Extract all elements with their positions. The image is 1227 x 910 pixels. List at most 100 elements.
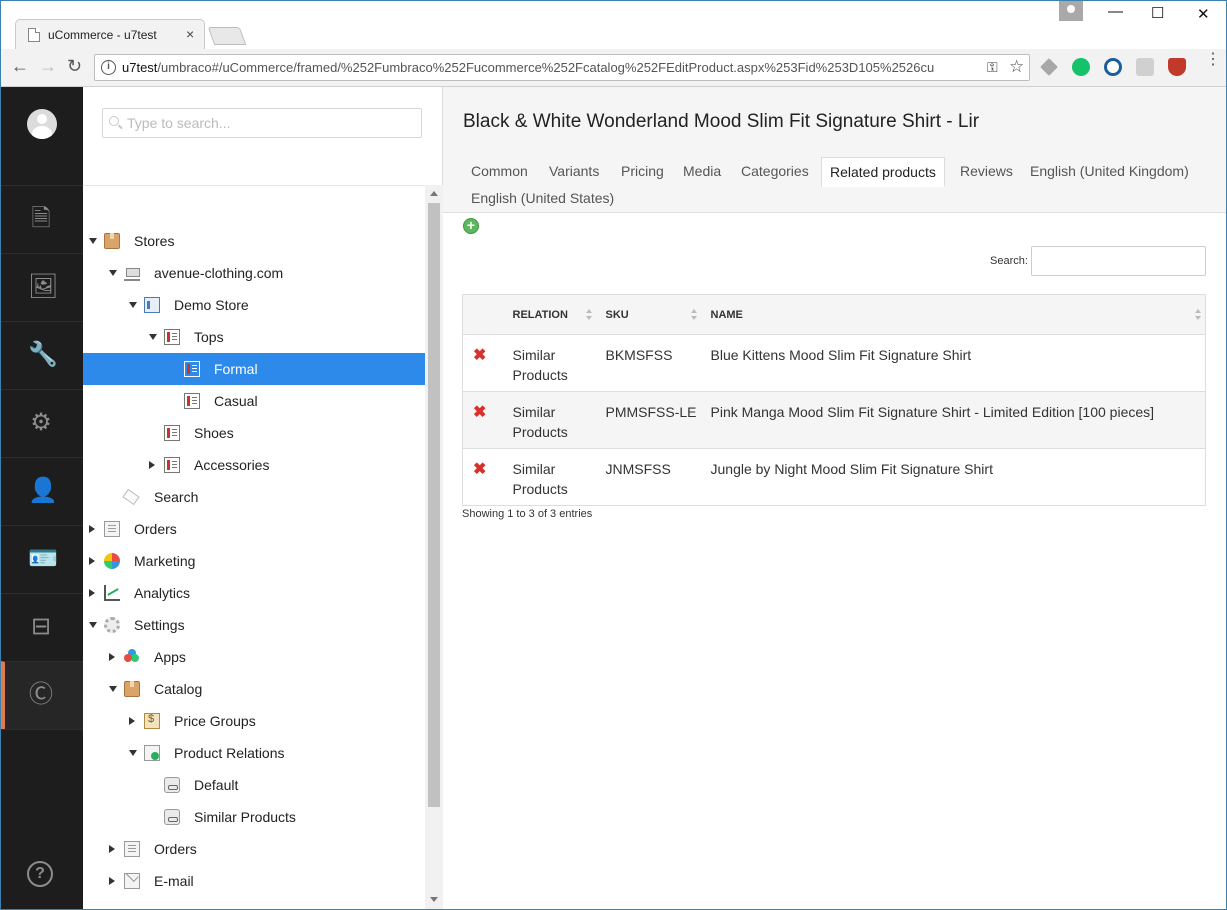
sort-icon[interactable] xyxy=(1195,309,1201,320)
catalog-icon xyxy=(144,297,160,313)
tab-reviews[interactable]: Reviews xyxy=(960,157,1013,187)
expand-arrow-icon[interactable] xyxy=(129,717,135,725)
expand-arrow-icon[interactable] xyxy=(89,589,95,597)
tree-node-shoes[interactable]: Shoes xyxy=(83,417,425,449)
tree-node-product-relations[interactable]: Product Relations xyxy=(83,737,425,769)
maximize-icon[interactable]: ☐ xyxy=(1151,4,1164,22)
tree-search-input[interactable] xyxy=(127,115,417,131)
tab-english-uk[interactable]: English (United Kingdom) xyxy=(1030,157,1189,187)
scroll-up-icon[interactable] xyxy=(430,191,438,196)
close-window-icon[interactable]: ✕ xyxy=(1197,5,1210,23)
tree-node-formal[interactable]: Formal xyxy=(83,353,425,385)
address-bar[interactable]: i u7test/umbraco#/uCommerce/framed/%252F… xyxy=(94,54,1030,81)
relations-search-input[interactable] xyxy=(1031,246,1206,276)
tree-panel: Stores avenue-clothing.com Demo Store To… xyxy=(83,87,443,909)
expand-arrow-icon[interactable] xyxy=(89,525,95,533)
tree-node-settings[interactable]: Settings xyxy=(83,609,425,641)
developer-section[interactable]: ⚙ xyxy=(1,389,83,457)
content-section[interactable]: 🗎 xyxy=(1,185,83,253)
new-tab-button[interactable] xyxy=(207,27,247,45)
tab-related-products[interactable]: Related products xyxy=(821,157,945,187)
delete-icon[interactable]: ✖ xyxy=(473,405,486,421)
scroll-down-icon[interactable] xyxy=(430,897,438,902)
tree-node-stores[interactable]: Stores xyxy=(83,225,425,257)
tree-node-orders-settings[interactable]: Orders xyxy=(83,833,425,865)
document-icon: 🗎 xyxy=(31,205,51,232)
sort-icon[interactable] xyxy=(585,309,592,320)
tree-scrollbar[interactable] xyxy=(425,185,443,909)
collapse-arrow-icon[interactable] xyxy=(89,238,97,244)
browser-menu-icon[interactable]: ⋮ xyxy=(1205,52,1221,68)
tree-node-default[interactable]: Default xyxy=(83,769,425,801)
extension-gray-icon[interactable] xyxy=(1136,58,1154,76)
grammarly-extension-icon[interactable] xyxy=(1072,58,1090,76)
relation-column-header[interactable]: RELATION xyxy=(512,294,596,335)
relation-cell: Similar Products xyxy=(512,334,596,392)
sku-column-header[interactable]: SKU xyxy=(595,294,701,335)
expand-arrow-icon[interactable] xyxy=(89,557,95,565)
tab-close-icon[interactable]: × xyxy=(186,26,194,42)
profile-icon[interactable] xyxy=(1059,1,1083,21)
tree-node-email[interactable]: E-mail xyxy=(83,865,425,897)
expand-arrow-icon[interactable] xyxy=(109,653,115,661)
forms-section[interactable]: ⊟ xyxy=(1,593,83,661)
tree-node-label: E-mail xyxy=(154,873,194,889)
reload-icon[interactable]: ↻ xyxy=(67,56,82,77)
extension-icon[interactable] xyxy=(1104,58,1122,76)
user-avatar[interactable] xyxy=(27,109,57,139)
expand-arrow-icon[interactable] xyxy=(109,845,115,853)
minimize-icon[interactable]: — xyxy=(1108,3,1123,20)
delete-icon[interactable]: ✖ xyxy=(473,462,486,478)
collapse-arrow-icon[interactable] xyxy=(109,270,117,276)
bookmark-star-icon[interactable]: ☆ xyxy=(1009,57,1024,77)
add-relation-button[interactable]: + xyxy=(463,218,479,234)
tab-categories[interactable]: Categories xyxy=(741,157,809,187)
tree-node-catalog[interactable]: Catalog xyxy=(83,673,425,705)
browser-tab[interactable]: uCommerce - u7test × xyxy=(15,19,205,49)
help-icon[interactable]: ? xyxy=(27,861,53,887)
settings-section[interactable]: 🔧 xyxy=(1,321,83,389)
delete-icon[interactable]: ✖ xyxy=(473,348,486,364)
collapse-arrow-icon[interactable] xyxy=(89,622,97,628)
tab-pricing[interactable]: Pricing xyxy=(621,157,664,187)
users-section[interactable]: 👤 xyxy=(1,457,83,525)
expand-arrow-icon[interactable] xyxy=(149,461,155,469)
ublock-extension-icon[interactable] xyxy=(1168,58,1186,76)
site-info-icon[interactable]: i xyxy=(101,60,116,75)
tab-common[interactable]: Common xyxy=(471,157,528,187)
forward-icon[interactable]: → xyxy=(39,56,57,77)
drive-extension-icon[interactable] xyxy=(1040,58,1058,76)
collapse-arrow-icon[interactable] xyxy=(129,302,137,308)
key-icon[interactable]: ⚿ xyxy=(987,59,998,76)
collapse-arrow-icon[interactable] xyxy=(129,750,137,756)
tab-media[interactable]: Media xyxy=(683,157,721,187)
ucommerce-section[interactable]: Ⓒ xyxy=(1,661,83,729)
collapse-arrow-icon[interactable] xyxy=(149,334,157,340)
category-icon xyxy=(184,361,200,377)
media-section[interactable]: 🖼 xyxy=(1,253,83,321)
tree-node-casual[interactable]: Casual xyxy=(83,385,425,417)
address-url[interactable]: u7test/umbraco#/uCommerce/framed/%252Fum… xyxy=(122,60,982,75)
expand-arrow-icon[interactable] xyxy=(109,877,115,885)
members-section[interactable]: 🪪 xyxy=(1,525,83,593)
tree-node-analytics[interactable]: Analytics xyxy=(83,577,425,609)
back-icon[interactable]: ← xyxy=(11,56,29,77)
tab-variants[interactable]: Variants xyxy=(549,157,599,187)
tree-search[interactable] xyxy=(102,108,422,138)
sort-icon[interactable] xyxy=(690,309,697,320)
scrollbar-thumb[interactable] xyxy=(428,203,440,807)
tree-node-demo-store[interactable]: Demo Store xyxy=(83,289,425,321)
tree-node-label: Settings xyxy=(134,617,185,633)
tree-node-avenue-clothing[interactable]: avenue-clothing.com xyxy=(83,257,425,289)
tree-node-apps[interactable]: Apps xyxy=(83,641,425,673)
tree-node-tops[interactable]: Tops xyxy=(83,321,425,353)
tree-node-search[interactable]: Search xyxy=(83,481,425,513)
tree-node-price-groups[interactable]: Price Groups xyxy=(83,705,425,737)
tree-node-marketing[interactable]: Marketing xyxy=(83,545,425,577)
collapse-arrow-icon[interactable] xyxy=(109,686,117,692)
tab-english-us[interactable]: English (United States) xyxy=(471,184,614,214)
name-column-header[interactable]: NAME xyxy=(700,294,1206,335)
tree-node-orders[interactable]: Orders xyxy=(83,513,425,545)
tree-node-similar-products[interactable]: Similar Products xyxy=(83,801,425,833)
tree-node-accessories[interactable]: Accessories xyxy=(83,449,425,481)
